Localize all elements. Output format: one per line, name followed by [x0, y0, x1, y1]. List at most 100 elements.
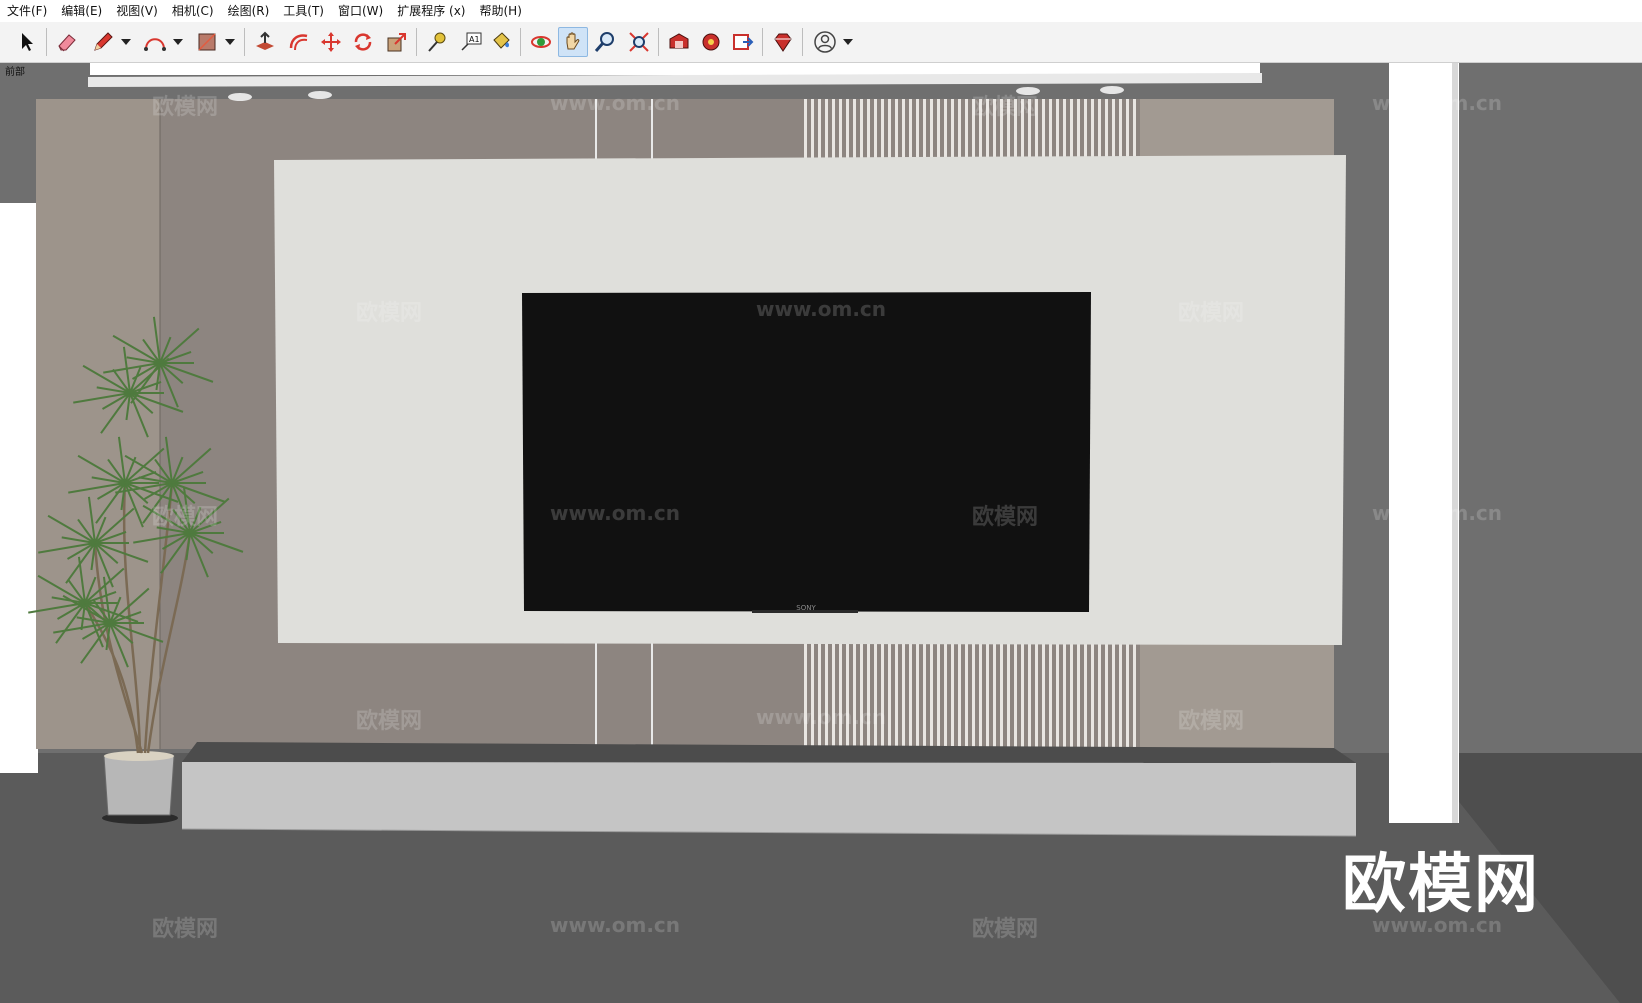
toolbar-separator: [658, 28, 659, 56]
scale-tool-button[interactable]: [382, 27, 412, 57]
tape-measure-tool-button[interactable]: [422, 27, 452, 57]
watermark-logo: 欧模网: [152, 917, 219, 942]
eraser-icon: [58, 34, 76, 52]
menu-camera[interactable]: 相机(C): [165, 0, 221, 22]
menu-file[interactable]: 文件(F): [0, 0, 54, 22]
toolbar-separator: [802, 28, 803, 56]
tape-measure-icon: [428, 32, 446, 52]
watermark-logo: 欧模网: [356, 301, 423, 326]
orbit-icon: [531, 36, 551, 48]
send-to-layout-tool-button[interactable]: [728, 27, 758, 57]
rotate-tool-button[interactable]: [348, 27, 378, 57]
orbit-tool-button[interactable]: [526, 27, 556, 57]
account-tool-button[interactable]: [810, 27, 840, 57]
toolbar-separator: [762, 28, 763, 56]
left-wall-opening: [0, 203, 38, 773]
menu-bar: 文件(F) 编辑(E) 视图(V) 相机(C) 绘图(R) 工具(T) 窗口(W…: [0, 0, 1642, 22]
toolbar-separator: [244, 28, 245, 56]
magnifier-icon: [594, 32, 614, 52]
watermark-url: www.om.cn: [550, 91, 681, 115]
downlight: [1100, 86, 1124, 94]
ruby-console-tool-button[interactable]: [768, 27, 798, 57]
watermark-logo: 欧模网: [972, 95, 1039, 120]
toolbar-separator: [46, 28, 47, 56]
push-pull-tool-button[interactable]: [250, 27, 280, 57]
downlight: [228, 93, 252, 101]
menu-window[interactable]: 窗口(W): [331, 0, 390, 22]
downlight: [308, 91, 332, 99]
watermark-logo: 欧模网: [972, 505, 1039, 530]
paint-bucket-icon: [493, 32, 510, 49]
wood-panel-left: [36, 99, 160, 749]
move-icon: [321, 32, 341, 52]
warehouse-tool-button[interactable]: [664, 27, 694, 57]
watermark-url: www.om.cn: [756, 297, 887, 321]
shape-tool-dropdown[interactable]: [224, 27, 236, 57]
right-column: [1389, 63, 1459, 823]
push-pull-icon: [256, 31, 274, 50]
warehouse-icon: [669, 33, 689, 49]
toolbar-separator: [520, 28, 521, 56]
ceiling-beam: [88, 73, 1262, 87]
select-tool-button[interactable]: [12, 27, 42, 57]
account-dropdown[interactable]: [842, 27, 854, 57]
main-toolbar: A1: [0, 22, 1642, 63]
zoom-extents-tool-button[interactable]: [624, 27, 654, 57]
text-label-icon: A1: [461, 32, 482, 51]
layout-icon: [733, 34, 754, 50]
rectangle-icon: [198, 33, 216, 51]
menu-help[interactable]: 帮助(H): [472, 0, 528, 22]
watermark-logo: 欧模网: [1178, 709, 1245, 734]
arrow-cursor-icon: [22, 33, 33, 51]
watermark-url: www.om.cn: [756, 705, 887, 729]
text-tool-button[interactable]: A1: [456, 27, 486, 57]
tv-brand-label: SONY: [796, 604, 816, 612]
caret-down-icon: [843, 39, 853, 45]
tv-screen: [522, 292, 1091, 612]
watermark-logo: 欧模网: [152, 95, 219, 120]
zoom-tool-button[interactable]: [590, 27, 620, 57]
tv-cabinet: [182, 762, 1356, 836]
watermark-url: www.om.cn: [1372, 91, 1503, 115]
arc-icon: [144, 38, 166, 51]
pencil-icon: [94, 32, 113, 51]
user-account-icon: [814, 31, 836, 53]
hand-icon: [566, 32, 580, 50]
model-viewport[interactable]: 前部 SONY 欧模网 www.om.cn 欧模网 www.om.cn 欧模网 …: [0, 63, 1642, 1003]
eraser-tool-button[interactable]: [52, 27, 82, 57]
scale-icon: [387, 33, 406, 52]
watermark-logo: 欧模网: [972, 917, 1039, 942]
scene-tab-label[interactable]: 前部: [5, 63, 25, 78]
menu-tools[interactable]: 工具(T): [276, 0, 331, 22]
menu-draw[interactable]: 绘图(R): [221, 0, 277, 22]
toolbar-separator: [416, 28, 417, 56]
caret-down-icon: [173, 39, 183, 45]
watermark-logo: 欧模网: [356, 709, 423, 734]
offset-icon: [289, 34, 308, 51]
menu-edit[interactable]: 编辑(E): [54, 0, 109, 22]
menu-extensions[interactable]: 扩展程序 (x): [390, 0, 472, 22]
paint-bucket-tool-button[interactable]: [486, 27, 516, 57]
svg-text:A1: A1: [469, 35, 480, 44]
line-tool-dropdown[interactable]: [120, 27, 132, 57]
corner-watermark-logo: 欧模网: [1342, 848, 1540, 922]
extension-icon: [702, 33, 720, 51]
menu-view[interactable]: 视图(V): [109, 0, 165, 22]
watermark-url: www.om.cn: [550, 501, 681, 525]
caret-down-icon: [121, 39, 131, 45]
move-tool-button[interactable]: [316, 27, 346, 57]
arc-tool-dropdown[interactable]: [172, 27, 184, 57]
ceiling-strip: [90, 63, 1260, 75]
pan-tool-button[interactable]: [558, 27, 588, 57]
zoom-extents-icon: [629, 32, 649, 52]
watermark-logo: 欧模网: [152, 505, 219, 530]
extension-warehouse-tool-button[interactable]: [696, 27, 726, 57]
watermark-logo: 欧模网: [1178, 301, 1245, 326]
offset-tool-button[interactable]: [284, 27, 314, 57]
arc-tool-button[interactable]: [140, 27, 170, 57]
shape-tool-button[interactable]: [192, 27, 222, 57]
watermark-url: www.om.cn: [1372, 501, 1503, 525]
caret-down-icon: [225, 39, 235, 45]
line-tool-button[interactable]: [88, 27, 118, 57]
watermark-url: www.om.cn: [550, 913, 681, 937]
